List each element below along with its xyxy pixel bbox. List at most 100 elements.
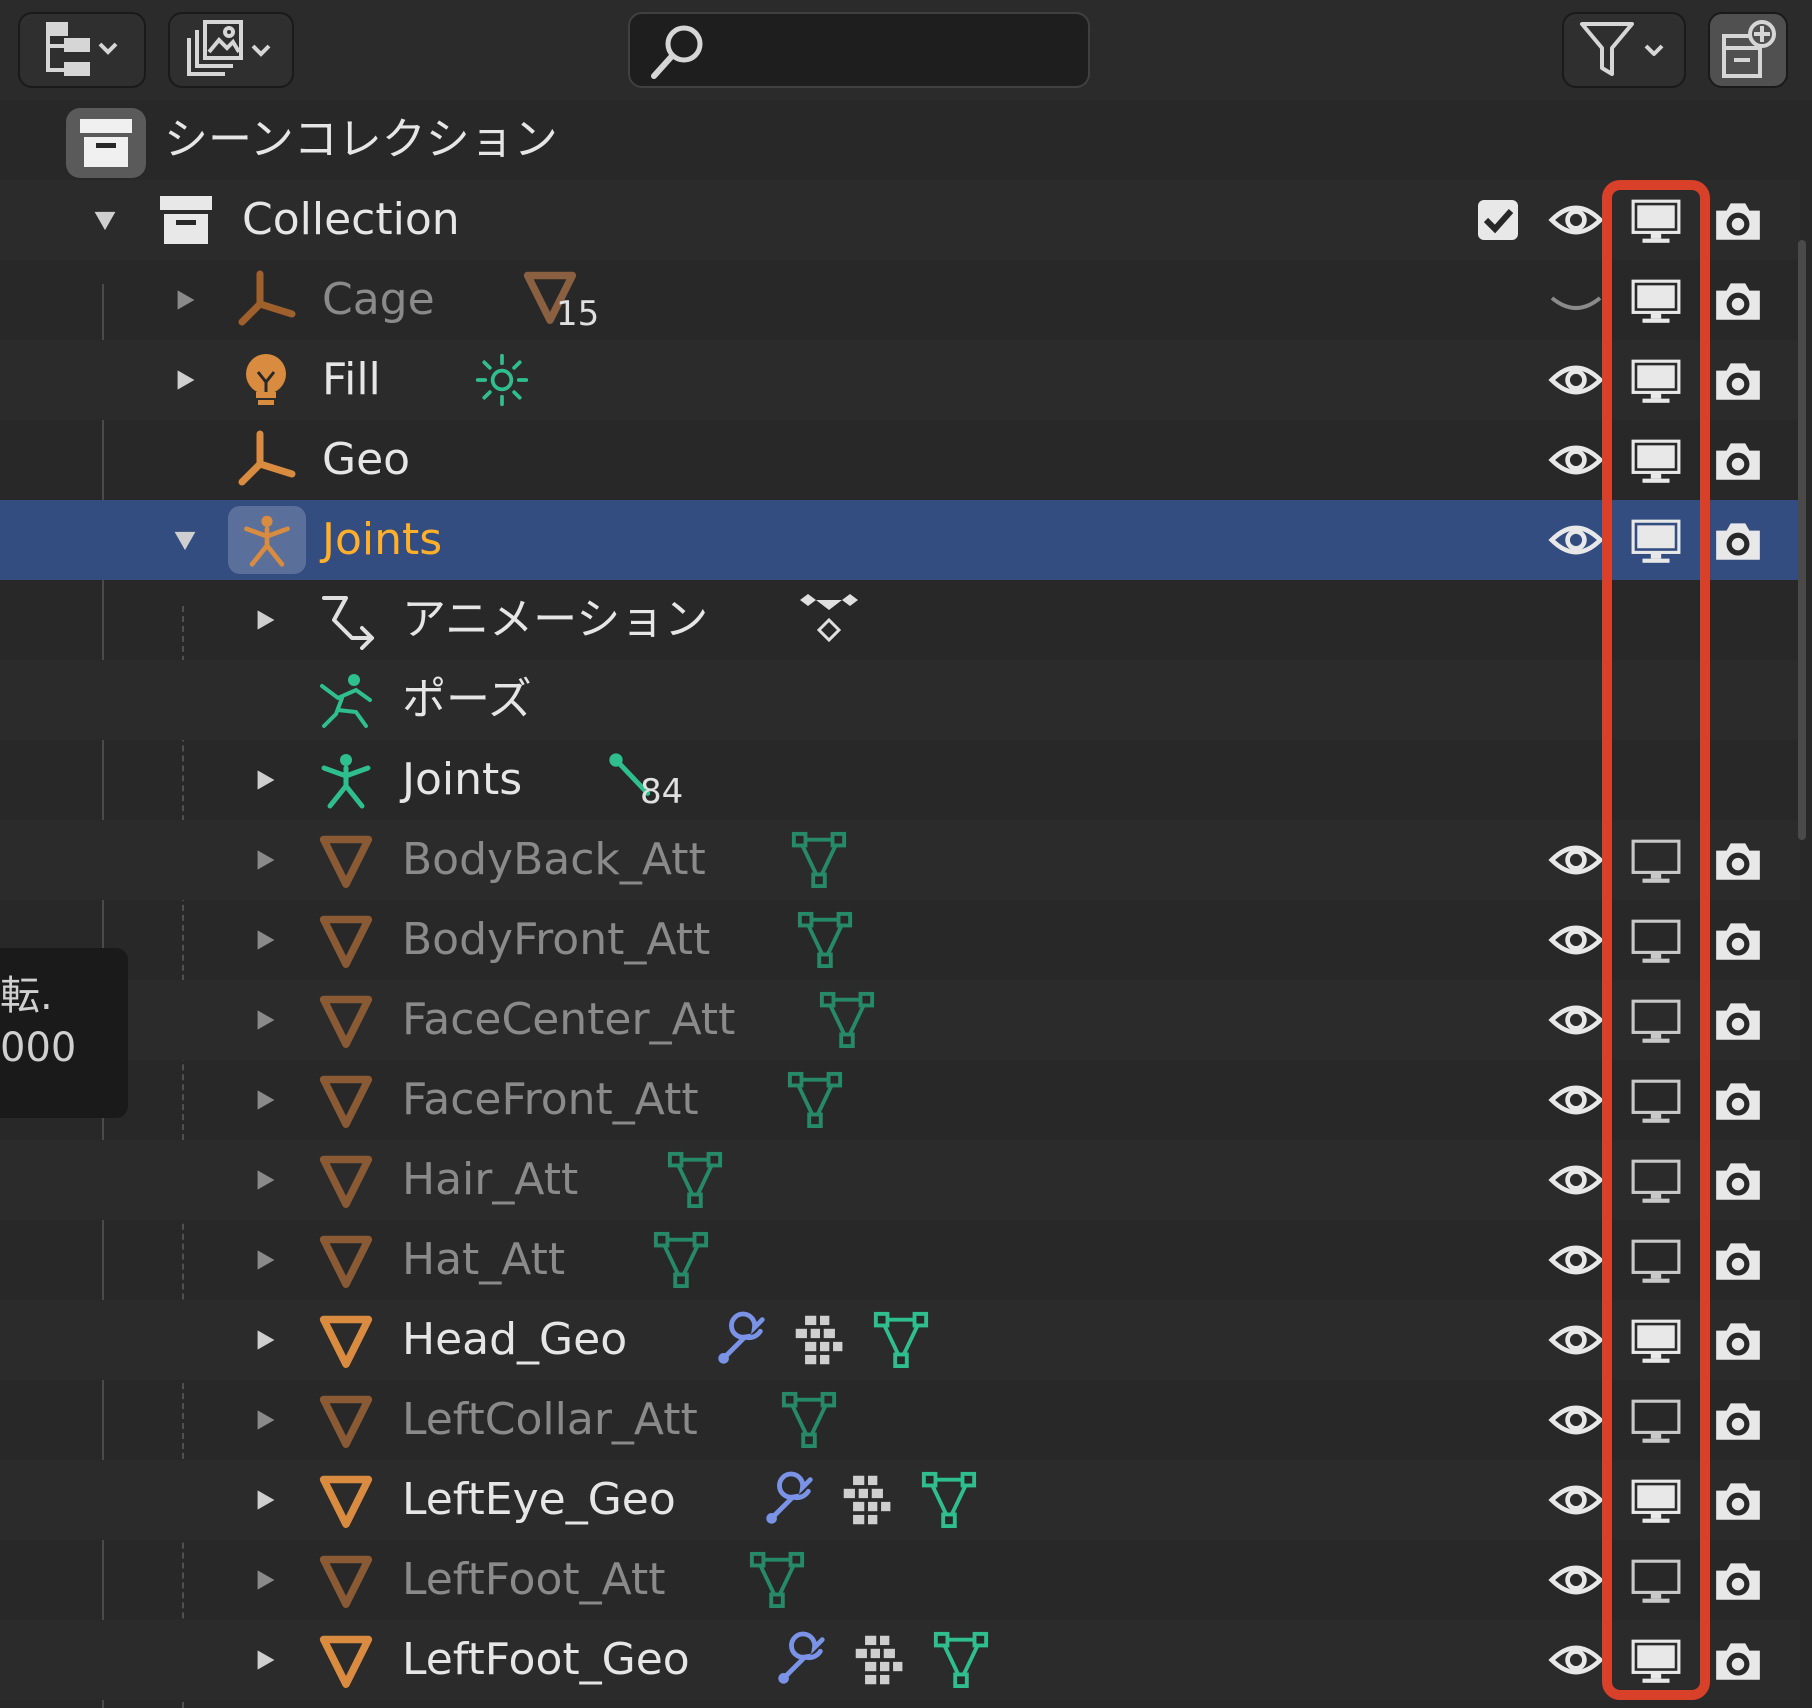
outliner-row-head-geo[interactable]: Head_Geo [0, 1300, 1800, 1380]
expand-arrow-icon[interactable] [254, 768, 278, 792]
outliner-row-cage[interactable]: Cage 15 [0, 260, 1800, 340]
eye-icon[interactable] [1548, 1240, 1604, 1280]
eye-icon[interactable] [1548, 200, 1604, 240]
eye-closed-icon[interactable] [1548, 292, 1604, 316]
mesh-object-icon [318, 1312, 374, 1368]
camera-icon[interactable] [1712, 1478, 1764, 1524]
expand-arrow-icon[interactable] [254, 1008, 278, 1032]
leftfoot-geo-label: LeftFoot_Geo [402, 1634, 690, 1685]
outliner-row-geo[interactable]: Geo [0, 420, 1800, 500]
camera-icon[interactable] [1712, 518, 1764, 564]
filter-dropdown[interactable] [1562, 12, 1686, 88]
camera-icon[interactable] [1712, 358, 1764, 404]
animation-data-icon [316, 590, 376, 650]
collapse-arrow-icon[interactable] [172, 528, 198, 554]
expand-arrow-icon[interactable] [254, 1328, 278, 1352]
expand-arrow-icon[interactable] [254, 928, 278, 952]
search-field[interactable] [628, 12, 1090, 88]
expand-arrow-icon[interactable] [254, 1568, 278, 1592]
mesh-object-icon [318, 832, 374, 888]
outliner-row-lefteye-geo[interactable]: LeftEye_Geo [0, 1460, 1800, 1540]
expand-arrow-icon[interactable] [254, 1168, 278, 1192]
collection-row[interactable]: Collection [0, 180, 1800, 260]
joints-label: Joints [322, 514, 443, 565]
search-input[interactable] [720, 22, 1074, 80]
exclude-checkbox[interactable] [1478, 200, 1518, 240]
eye-icon[interactable] [1548, 840, 1604, 880]
view-layer-icon [187, 20, 271, 76]
expand-arrow-icon[interactable] [174, 288, 198, 312]
outliner-row-bodyback[interactable]: BodyBack_Att [0, 820, 1800, 900]
camera-icon[interactable] [1712, 438, 1764, 484]
camera-icon[interactable] [1712, 1318, 1764, 1364]
expand-arrow-icon[interactable] [254, 608, 278, 632]
eye-icon[interactable] [1548, 1080, 1604, 1120]
new-collection-button[interactable] [1708, 12, 1788, 88]
mesh-object-icon [318, 1552, 374, 1608]
expand-arrow-icon[interactable] [254, 1248, 278, 1272]
display-mode-dropdown[interactable] [18, 12, 146, 88]
camera-icon[interactable] [1712, 1078, 1764, 1124]
collection-label: Collection [242, 194, 460, 245]
view-layer-dropdown[interactable] [168, 12, 294, 88]
scene-collection-row[interactable]: シーンコレクション [0, 100, 1800, 180]
particles-icon [792, 1312, 848, 1368]
eye-icon[interactable] [1548, 1400, 1604, 1440]
pose-label: ポーズ [402, 674, 532, 725]
outliner-row-joints-selected[interactable]: Joints [0, 500, 1800, 580]
outliner-row-bodyfront[interactable]: BodyFront_Att [0, 900, 1800, 980]
expand-arrow-icon[interactable] [254, 1488, 278, 1512]
expand-arrow-icon[interactable] [254, 1648, 278, 1672]
particles-icon [840, 1472, 896, 1528]
collapse-arrow-icon[interactable] [92, 208, 118, 234]
outliner-row-pose[interactable]: ポーズ [0, 660, 1800, 740]
expand-arrow-icon[interactable] [174, 368, 198, 392]
mesh-data-icon [920, 1470, 978, 1528]
outliner-row-leftfoot-geo[interactable]: LeftFoot_Geo [0, 1620, 1800, 1700]
outliner-row-armature-data[interactable]: Joints 84 [0, 740, 1800, 820]
outliner-display-mode-icon [46, 22, 118, 76]
mesh-data-icon [818, 990, 876, 1048]
eye-icon[interactable] [1548, 1000, 1604, 1040]
eye-icon[interactable] [1548, 1480, 1604, 1520]
outliner-row-fill[interactable]: Fill [0, 340, 1800, 420]
outliner-row-facecenter[interactable]: FaceCenter_Att [0, 980, 1800, 1060]
leftcollar-label: LeftCollar_Att [402, 1394, 698, 1445]
outliner-row-hat[interactable]: Hat_Att [0, 1220, 1800, 1300]
expand-arrow-icon[interactable] [254, 1088, 278, 1112]
camera-icon[interactable] [1712, 1558, 1764, 1604]
eye-icon[interactable] [1548, 1320, 1604, 1360]
expand-arrow-icon[interactable] [254, 1408, 278, 1432]
camera-icon[interactable] [1712, 1638, 1764, 1684]
camera-icon[interactable] [1712, 1158, 1764, 1204]
eye-icon[interactable] [1548, 520, 1604, 560]
eye-icon[interactable] [1548, 1560, 1604, 1600]
eye-icon[interactable] [1548, 360, 1604, 400]
camera-icon[interactable] [1712, 918, 1764, 964]
mesh-data-icon [666, 1150, 724, 1208]
eye-icon[interactable] [1548, 920, 1604, 960]
outliner-row-facefront[interactable]: FaceFront_Att [0, 1060, 1800, 1140]
camera-icon[interactable] [1712, 998, 1764, 1044]
mesh-data-icon [748, 1550, 806, 1608]
mesh-object-icon [318, 1632, 374, 1688]
outliner-row-animation[interactable]: アニメーション [0, 580, 1800, 660]
camera-icon[interactable] [1712, 278, 1764, 324]
camera-icon[interactable] [1712, 838, 1764, 884]
outliner-row-hair[interactable]: Hair_Att [0, 1140, 1800, 1220]
camera-icon[interactable] [1712, 198, 1764, 244]
viewport-column-highlight-frame [1602, 180, 1710, 1700]
mesh-data-icon [872, 1310, 930, 1368]
eye-icon[interactable] [1548, 1160, 1604, 1200]
vertical-scrollbar[interactable] [1798, 240, 1806, 840]
eye-icon[interactable] [1548, 440, 1604, 480]
camera-icon[interactable] [1712, 1238, 1764, 1284]
camera-icon[interactable] [1712, 1398, 1764, 1444]
tooltip-line-1: 転. [0, 973, 53, 1019]
outliner-row-leftcollar[interactable]: LeftCollar_Att [0, 1380, 1800, 1460]
outliner-row-leftfoot-att[interactable]: LeftFoot_Att [0, 1540, 1800, 1620]
expand-arrow-icon[interactable] [254, 848, 278, 872]
eye-icon[interactable] [1548, 1640, 1604, 1680]
mesh-object-icon [318, 1152, 374, 1208]
wrench-icon [760, 1470, 818, 1528]
